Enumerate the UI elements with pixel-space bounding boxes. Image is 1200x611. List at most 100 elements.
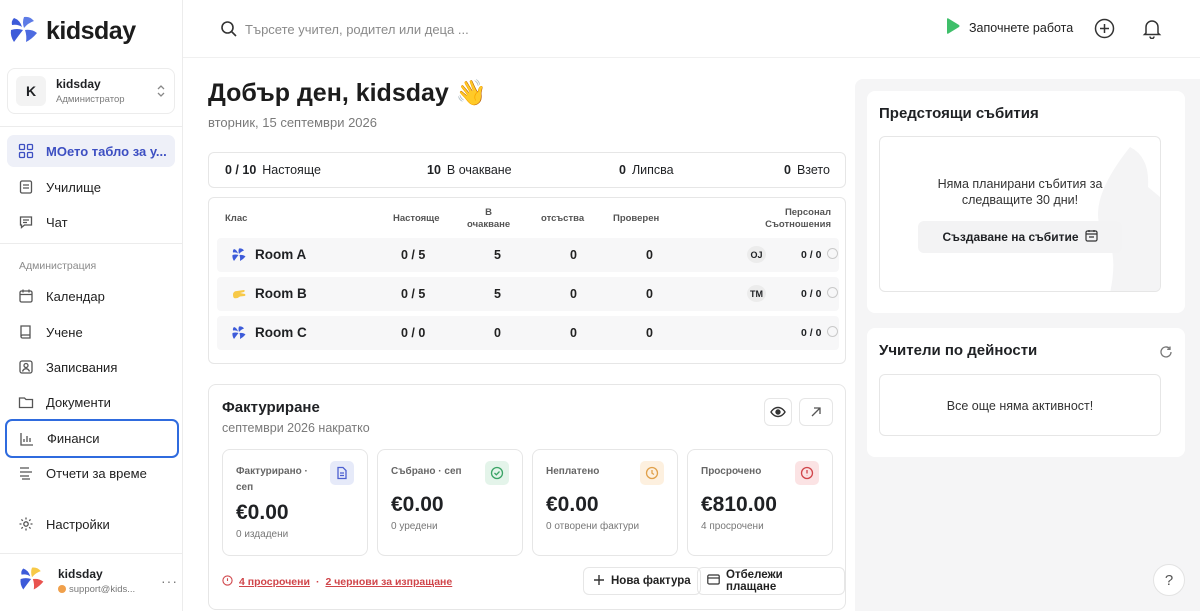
decorative-illustration-icon (1098, 147, 1160, 291)
events-empty-line-2: следващите 30 дни! (961, 193, 1079, 207)
col-header-staff: Персонал Съотношения (765, 207, 831, 230)
attendance-summary: 0 / 10 Настояще 10 В очакване 0 Липсва 0 Взе… (208, 152, 846, 188)
pending-count: 0 (494, 326, 501, 340)
create-event-button[interactable]: Създаване на събитие (918, 221, 1122, 253)
ratio-status-icon (827, 287, 838, 298)
eye-icon[interactable] (764, 398, 792, 426)
card-icon (707, 574, 720, 588)
checked-count: 0 (646, 248, 653, 262)
calendar-icon (1084, 229, 1098, 245)
user-menu[interactable]: kidsday support@kids... ··· (18, 565, 178, 596)
metric-label: Неплатено (546, 466, 600, 477)
metric-label: Фактурирано · сеп (236, 466, 308, 493)
table-row[interactable]: Room A 0 / 5 5 0 0 OJ 0 / 0 (217, 238, 839, 272)
room-blue-icon (231, 325, 247, 344)
nav-label: Отчети за време (46, 465, 147, 481)
ratio-status-icon (827, 326, 838, 337)
divider (0, 243, 182, 244)
external-link-icon[interactable] (799, 398, 833, 426)
checked-count: 0 (646, 326, 653, 340)
help-button[interactable]: ? (1153, 564, 1185, 596)
nav-item-school[interactable]: Училище (7, 171, 175, 203)
events-empty-line-1: Няма планирани събития за (937, 177, 1103, 191)
record-payment-button[interactable]: Отбележи плащане (697, 567, 845, 595)
search-input[interactable] (245, 18, 645, 40)
nav-item-documents[interactable]: Документи (7, 386, 175, 418)
nav-item-finance[interactable]: Финанси (5, 419, 179, 458)
refresh-icon[interactable] (1159, 345, 1173, 362)
more-horizontal-icon[interactable]: ··· (161, 573, 178, 589)
stat-pending: 10 В очакване (427, 163, 512, 177)
organization-switcher[interactable]: K kidsday Администратор (7, 68, 175, 114)
metric-value: €0.00 (391, 493, 444, 516)
alert-circle-icon (795, 461, 819, 485)
kidsday-logo-icon (8, 14, 40, 49)
new-invoice-label: Нова фактура (611, 575, 691, 587)
pending-count: 5 (494, 248, 501, 262)
nav-item-chat[interactable]: Чат (7, 206, 175, 238)
new-invoice-button[interactable]: Нова фактура (583, 567, 701, 595)
user-email: support@kids... (69, 583, 136, 595)
staff-ratio: 0 / 0 (801, 288, 822, 300)
ratio-status-icon (827, 248, 838, 259)
metric-collected: Събрано · сеп €0.00 0 уредени (377, 449, 523, 556)
overdue-link[interactable]: 4 просрочени (239, 576, 310, 588)
room-name[interactable]: Room B (255, 286, 307, 301)
timesheet-icon (18, 465, 34, 481)
chevron-up-down-icon (156, 84, 166, 99)
metric-sub: 0 отворени фактури (546, 521, 640, 532)
bell-icon[interactable] (1141, 17, 1163, 39)
table-row[interactable]: Room B 0 / 5 5 0 0 TM 0 / 0 (217, 277, 839, 311)
room-name[interactable]: Room C (255, 325, 307, 340)
room-name[interactable]: Room A (255, 247, 306, 262)
gear-icon (18, 516, 34, 532)
nav-item-enrollments[interactable]: Записвания (7, 351, 175, 383)
add-circle-icon[interactable] (1093, 17, 1115, 39)
nav-item-timesheets[interactable]: Отчети за време (7, 457, 175, 489)
checked-count: 0 (646, 287, 653, 301)
nav-item-learning[interactable]: Учене (7, 316, 175, 348)
table-row[interactable]: Room C 0 / 0 0 0 0 0 / 0 (217, 316, 839, 350)
room-hand-icon (231, 286, 247, 305)
drafts-link[interactable]: 2 чернови за изпращане (325, 576, 452, 588)
metric-value: €0.00 (546, 493, 599, 516)
activity-teachers-card: Учители по дейности Все още няма активно… (867, 328, 1185, 457)
nav-label: Календар (46, 288, 105, 304)
divider (0, 553, 182, 554)
nav-label: Учене (46, 324, 83, 340)
nav-item-calendar[interactable]: Календар (7, 280, 175, 312)
metric-label: Събрано · сеп (391, 466, 462, 477)
billing-title: Фактуриране (222, 399, 320, 416)
start-work-label: Започнете работа (969, 20, 1074, 35)
billing-subtitle: септември 2026 накратко (222, 421, 370, 435)
app-logo[interactable]: kidsday (8, 14, 136, 49)
present-count: 0 / 5 (401, 248, 426, 262)
topbar: Започнете работа (183, 0, 1200, 58)
metric-value: €810.00 (701, 493, 777, 516)
start-work-button[interactable]: Започнете работа (945, 17, 1073, 38)
present-count: 0 / 0 (401, 326, 426, 340)
upcoming-events-card: Предстоящи събития Няма планирани събити… (867, 91, 1185, 313)
nav-item-dashboard[interactable]: МОето табло за у... (7, 135, 175, 167)
nav-label: МОето табло за у... (46, 143, 167, 159)
org-role: Администратор (56, 94, 125, 105)
right-panel: Предстоящи събития Няма планирани събити… (855, 79, 1200, 611)
nav-label: Записвания (46, 359, 118, 375)
nav-label: Настройки (46, 516, 110, 532)
col-header-class: Клас (225, 213, 248, 224)
calendar-icon (18, 288, 34, 304)
nav-label: Финанси (47, 431, 100, 446)
teachers-empty-text: Все още няма активност! (946, 399, 1094, 413)
nav-section-admin: Администрация (19, 260, 97, 272)
events-empty-state: Няма планирани събития за следващите 30 … (879, 136, 1161, 292)
user-avatar (18, 565, 46, 596)
upcoming-events-title: Предстоящи събития (879, 105, 1039, 122)
school-icon (18, 179, 34, 195)
col-header-pending: Вочакване (467, 207, 511, 230)
alert-separator: · (315, 576, 320, 588)
nav-item-settings[interactable]: Настройки (7, 508, 175, 540)
absent-count: 0 (570, 287, 577, 301)
staff-avatar: OJ (747, 246, 766, 263)
metric-label: Просрочено (701, 466, 762, 477)
billing-alert: 4 просрочени · 2 чернови за изпращане (222, 575, 452, 589)
